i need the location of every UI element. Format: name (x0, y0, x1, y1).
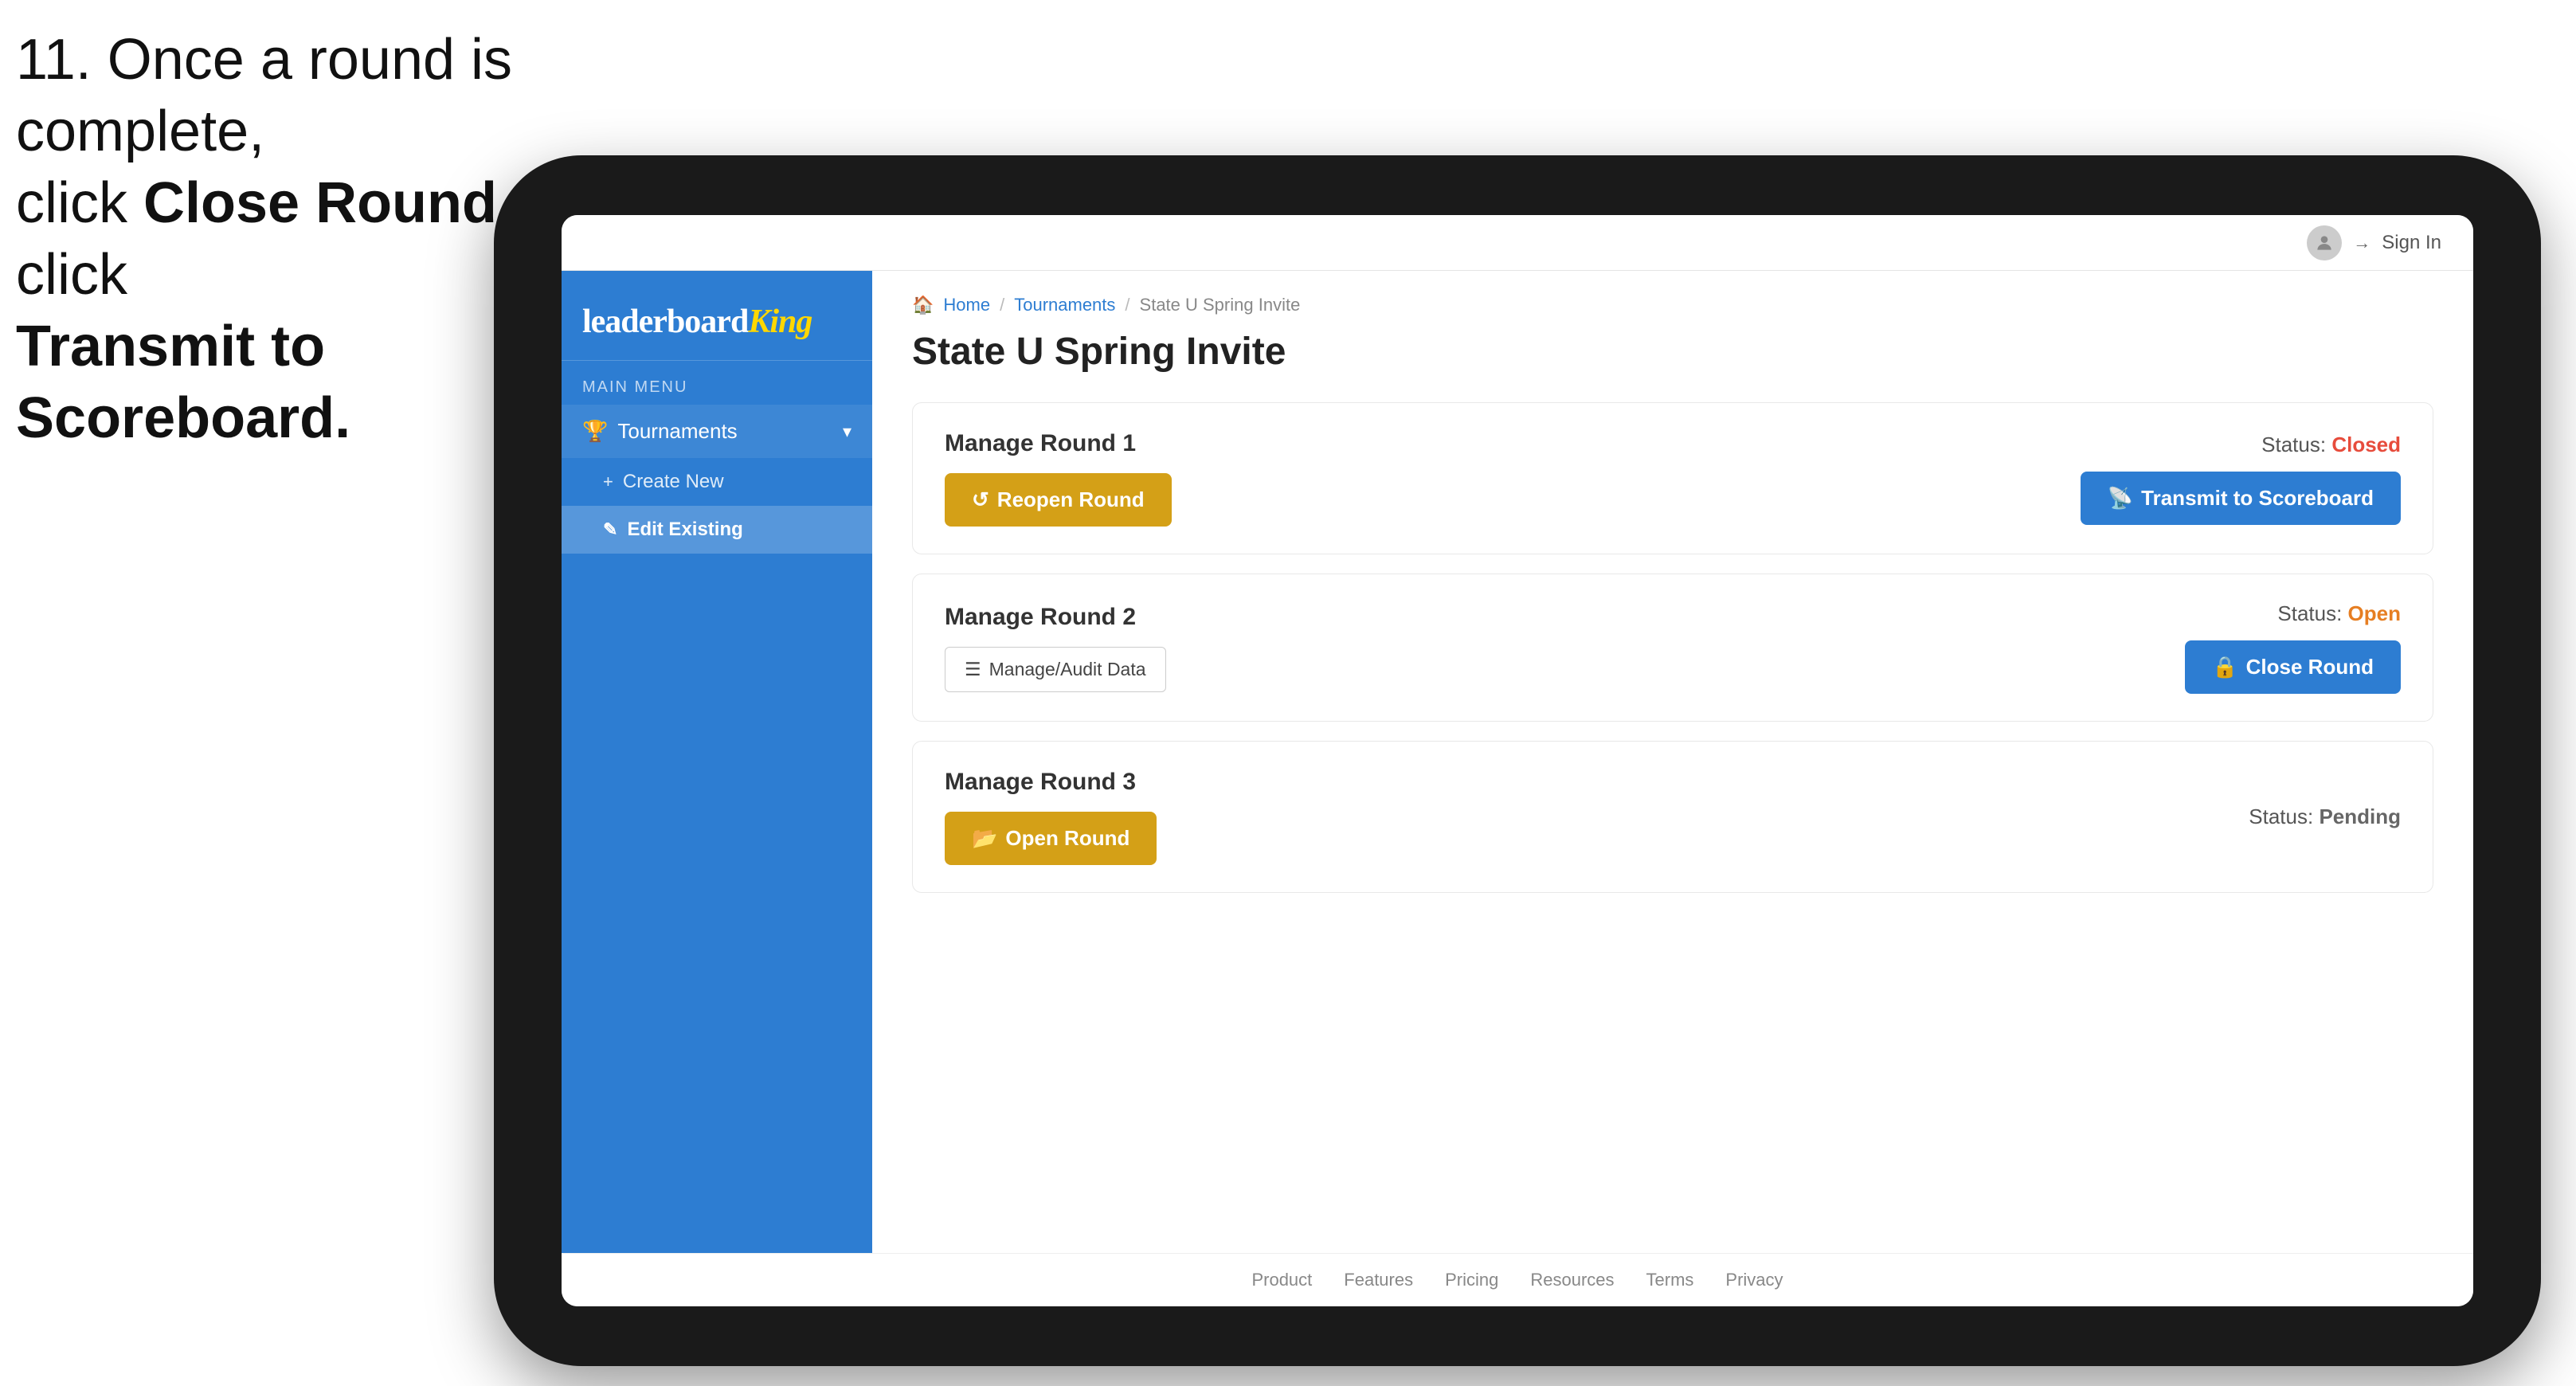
tournaments-label: Tournaments (617, 419, 737, 444)
round-3-status: Status: Pending (2249, 805, 2401, 829)
close-icon: 🔒 (2212, 655, 2237, 679)
edit-icon: ✎ (603, 519, 617, 540)
breadcrumb-home[interactable]: Home (943, 295, 990, 315)
round-2-title: Manage Round 2 (945, 604, 1166, 631)
breadcrumb-sep2: / (1125, 295, 1129, 315)
content-area: 🏠 Home / Tournaments / State U Spring In… (872, 271, 2473, 1253)
audit-icon: ☰ (965, 659, 981, 680)
trophy-icon: 🏆 (582, 419, 608, 444)
main-layout: leaderboardKing MAIN MENU 🏆 Tournaments … (562, 271, 2473, 1253)
round-1-status-value: Closed (2331, 433, 2401, 456)
round-3-title: Manage Round 3 (945, 769, 1157, 796)
page-title: State U Spring Invite (912, 330, 2433, 374)
top-bar: → Sign In (562, 215, 2473, 271)
round-3-status-label: Status: (2249, 805, 2313, 828)
round-card-2: Manage Round 2 ☰ Manage/Audit Data Statu… (912, 574, 2433, 722)
sign-in-area[interactable]: → Sign In (2307, 225, 2441, 260)
round-1-left: Manage Round 1 ↺ Reopen Round (945, 430, 1172, 527)
sidebar-item-tournaments[interactable]: 🏆 Tournaments ▾ (562, 405, 872, 458)
manage-audit-label: Manage/Audit Data (989, 659, 1146, 680)
round-2-left: Manage Round 2 ☰ Manage/Audit Data (945, 604, 1166, 692)
round-1-status-label: Status: (2261, 433, 2326, 456)
open-round-button[interactable]: 📂 Open Round (945, 812, 1157, 865)
round-card-1: Manage Round 1 ↺ Reopen Round Status: Cl… (912, 402, 2433, 554)
manage-audit-button[interactable]: ☰ Manage/Audit Data (945, 647, 1166, 692)
logo: leaderboardKing (582, 303, 851, 341)
footer-terms[interactable]: Terms (1646, 1270, 1694, 1290)
main-menu-label: MAIN MENU (562, 361, 872, 405)
transmit-label: Transmit to Scoreboard (2141, 486, 2374, 511)
round-3-right: Status: Pending (2249, 805, 2401, 829)
footer-privacy[interactable]: Privacy (1725, 1270, 1783, 1290)
reopen-round-label: Reopen Round (997, 487, 1145, 512)
open-round-label: Open Round (1005, 826, 1129, 851)
instruction-line2: click (16, 171, 143, 235)
open-icon: 📂 (972, 826, 997, 851)
sidebar: leaderboardKing MAIN MENU 🏆 Tournaments … (562, 271, 872, 1253)
sidebar-item-create-new[interactable]: + Create New (562, 458, 872, 506)
create-new-label: Create New (623, 471, 724, 493)
round-3-left: Manage Round 3 📂 Open Round (945, 769, 1157, 865)
round-1-right: Status: Closed 📡 Transmit to Scoreboard (2081, 433, 2401, 525)
round-2-status-value: Open (2348, 601, 2401, 625)
edit-existing-label: Edit Existing (627, 519, 742, 541)
tablet-screen: → Sign In leaderboardKing MAIN MENU 🏆 (562, 215, 2473, 1306)
round-1-title: Manage Round 1 (945, 430, 1172, 457)
sidebar-item-edit-existing[interactable]: ✎ Edit Existing (562, 506, 872, 554)
close-round-button[interactable]: 🔒 Close Round (2185, 640, 2401, 694)
close-round-label: Close Round (2246, 655, 2374, 679)
round-2-right: Status: Open 🔒 Close Round (2185, 601, 2401, 694)
sign-in-icon: → (2353, 233, 2370, 253)
round-3-status-value: Pending (2319, 805, 2401, 828)
breadcrumb-tournaments[interactable]: Tournaments (1014, 295, 1115, 315)
instruction-line1: 11. Once a round is complete, (16, 28, 512, 163)
breadcrumb-sep1: / (1000, 295, 1004, 315)
breadcrumb-home-icon: 🏠 (912, 295, 934, 315)
transmit-to-scoreboard-button[interactable]: 📡 Transmit to Scoreboard (2081, 472, 2401, 525)
reopen-icon: ↺ (972, 487, 989, 512)
breadcrumb-current: State U Spring Invite (1140, 295, 1301, 315)
logo-king: King (748, 303, 812, 340)
footer-product[interactable]: Product (1251, 1270, 1312, 1290)
instruction-bold2: Transmit to Scoreboard. (16, 315, 350, 450)
logo-leaderboard: leaderboard (582, 303, 748, 340)
tablet-device: → Sign In leaderboardKing MAIN MENU 🏆 (494, 155, 2541, 1366)
chevron-down-icon: ▾ (843, 421, 851, 442)
footer-features[interactable]: Features (1344, 1270, 1413, 1290)
round-2-status-label: Status: (2277, 601, 2342, 625)
transmit-icon: 📡 (2108, 486, 2133, 511)
sign-in-label[interactable]: Sign In (2382, 232, 2441, 254)
round-card-3: Manage Round 3 📂 Open Round Status: Pend… (912, 741, 2433, 893)
round-1-status: Status: Closed (2261, 433, 2401, 457)
footer-resources[interactable]: Resources (1530, 1270, 1614, 1290)
instruction-bold1: Close Round (143, 171, 497, 235)
plus-icon: + (603, 472, 613, 492)
footer-pricing[interactable]: Pricing (1445, 1270, 1498, 1290)
round-2-status: Status: Open (2277, 601, 2401, 626)
logo-area: leaderboardKing (562, 287, 872, 361)
user-avatar-icon (2307, 225, 2342, 260)
footer: Product Features Pricing Resources Terms… (562, 1253, 2473, 1306)
reopen-round-button[interactable]: ↺ Reopen Round (945, 473, 1172, 527)
breadcrumb: 🏠 Home / Tournaments / State U Spring In… (912, 295, 2433, 315)
